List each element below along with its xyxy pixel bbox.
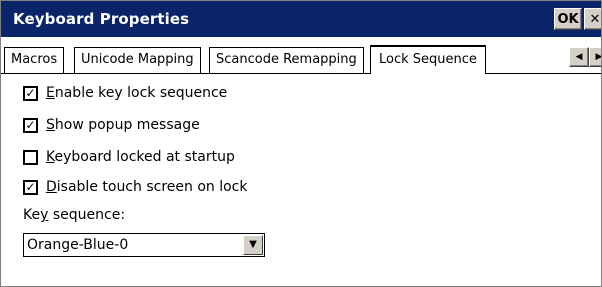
keyboard-properties-window: Keyboard Properties OK ✕ Macros Unicode … — [0, 0, 602, 287]
title-bar: Keyboard Properties OK ✕ — [1, 1, 601, 37]
keyboard-locked-startup-checkbox[interactable] — [23, 149, 38, 165]
show-popup-checkbox[interactable]: ✓ — [23, 117, 38, 133]
disable-touch-option[interactable]: ✓ Disable touch screen on lock — [23, 177, 247, 197]
tab-scroll-left-button[interactable]: ◀ — [569, 47, 589, 67]
key-sequence-value: Orange-Blue-0 — [27, 237, 129, 253]
arrow-left-icon: ◀ — [575, 52, 583, 62]
tab-strip: Macros Unicode Mapping Scancode Remappin… — [1, 37, 601, 74]
checkmark-icon: ✓ — [25, 86, 36, 100]
tab-scroll-right-button[interactable]: ▶ — [589, 47, 602, 67]
key-sequence-dropdown[interactable]: Orange-Blue-0 ▼ — [23, 233, 265, 257]
keyboard-locked-startup-label: Keyboard locked at startup — [46, 149, 235, 165]
keyboard-locked-startup-option[interactable]: Keyboard locked at startup — [23, 147, 235, 167]
key-sequence-label: Key sequence: — [23, 207, 126, 223]
close-icon: ✕ — [589, 12, 601, 27]
show-popup-option[interactable]: ✓ Show popup message — [23, 115, 200, 135]
chevron-down-icon: ▼ — [249, 239, 257, 250]
close-button[interactable]: ✕ — [584, 8, 601, 30]
show-popup-label: Show popup message — [46, 117, 200, 133]
checkmark-icon: ✓ — [25, 118, 36, 132]
tab-lock-sequence[interactable]: Lock Sequence — [370, 45, 486, 74]
enable-key-lock-label: Enable key lock sequence — [46, 85, 228, 101]
enable-key-lock-option[interactable]: ✓ Enable key lock sequence — [23, 83, 227, 103]
tab-divider — [1, 73, 601, 74]
ok-button[interactable]: OK — [554, 8, 582, 30]
enable-key-lock-checkbox[interactable]: ✓ — [23, 85, 38, 101]
checkmark-icon: ✓ — [25, 180, 36, 194]
tab-scancode-remapping[interactable]: Scancode Remapping — [209, 47, 364, 74]
disable-touch-label: Disable touch screen on lock — [46, 179, 248, 195]
disable-touch-checkbox[interactable]: ✓ — [23, 179, 38, 195]
tab-macros[interactable]: Macros — [4, 47, 65, 74]
dropdown-button[interactable]: ▼ — [243, 235, 263, 255]
window-title: Keyboard Properties — [13, 10, 190, 28]
arrow-right-icon: ▶ — [595, 52, 602, 62]
tab-unicode-mapping[interactable]: Unicode Mapping — [74, 47, 201, 74]
